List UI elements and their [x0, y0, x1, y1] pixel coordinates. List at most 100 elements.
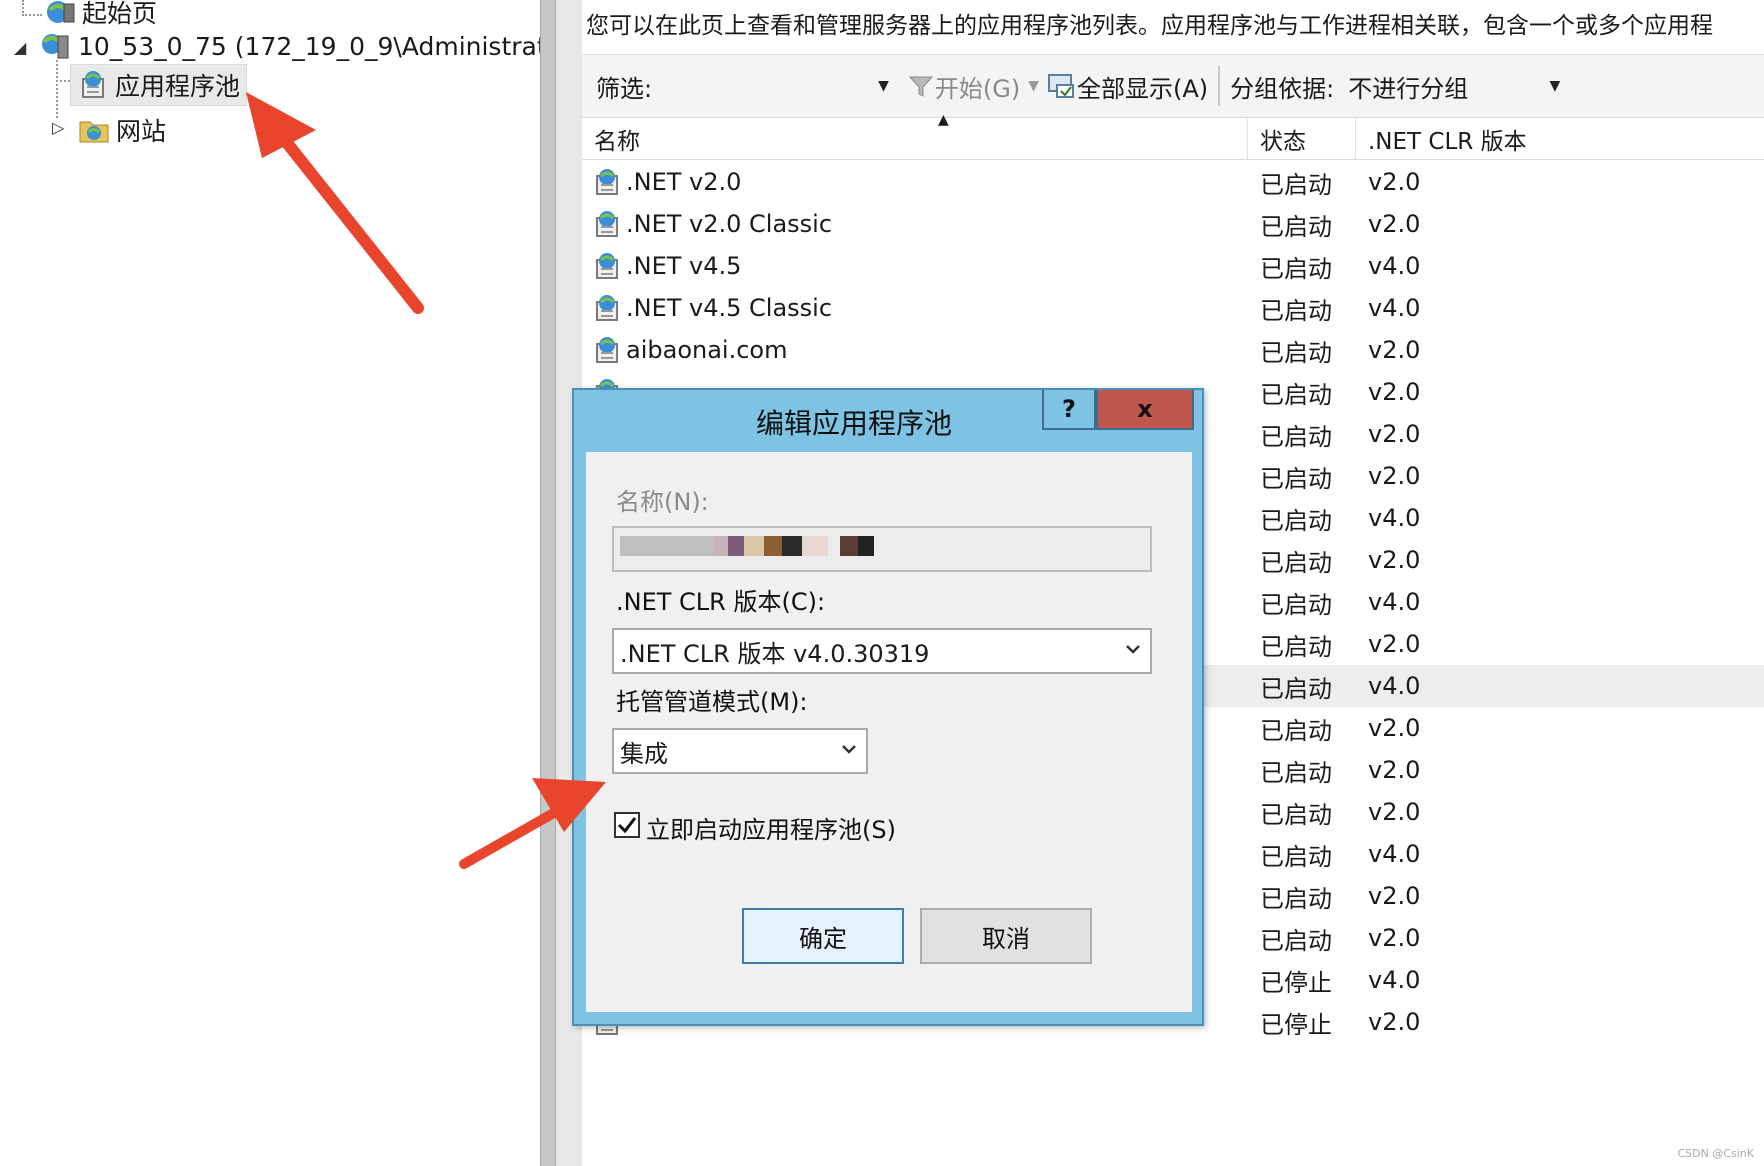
column-header-status[interactable]: 状态 — [1248, 118, 1356, 160]
pool-clr-version: v2.0 — [1368, 714, 1421, 742]
connections-tree: 起始页 ◢ 10_53_0_75 (172_19_0_9\Administrat… — [0, 0, 582, 1166]
expander-icon[interactable]: ◢ — [14, 38, 26, 57]
redaction-mark — [782, 536, 802, 556]
pool-name: .NET v2.0 — [626, 168, 742, 196]
server-icon — [40, 30, 72, 62]
pool-clr-version: v4.0 — [1368, 294, 1421, 322]
pool-status: 已启动 — [1260, 590, 1332, 619]
app-pool-icon — [592, 167, 622, 197]
pipeline-mode-value: 集成 — [620, 739, 668, 768]
tree-item-label: 10_53_0_75 (172_19_0_9\Administrator) — [78, 31, 582, 61]
pool-status: 已停止 — [1260, 968, 1332, 997]
tree-item-label: 应用程序池 — [115, 72, 241, 101]
clr-version-select[interactable]: .NET CLR 版本 v4.0.30319 — [612, 628, 1152, 674]
column-header-clr[interactable]: .NET CLR 版本 — [1356, 118, 1764, 160]
pool-clr-version: v2.0 — [1368, 1008, 1421, 1036]
tree-item-server[interactable]: 10_53_0_75 (172_19_0_9\Administrator) — [40, 30, 582, 62]
pool-status: 已启动 — [1260, 884, 1332, 913]
pool-clr-version: v4.0 — [1368, 504, 1421, 532]
start-filter-label: 开始(G) — [934, 74, 1021, 103]
column-header-label: 名称 — [594, 129, 640, 155]
tree-item-start-page[interactable]: 起始页 — [44, 0, 157, 30]
pool-clr-version: v4.0 — [1368, 966, 1421, 994]
expander-icon[interactable]: ▷ — [52, 118, 64, 137]
tree-item-label: 起始页 — [82, 0, 158, 28]
start-now-label[interactable]: 立即启动应用程序池(S) — [646, 810, 896, 845]
page-description: 您可以在此页上查看和管理服务器上的应用程序池列表。应用程序池与工作进程相关联，包… — [586, 13, 1713, 39]
close-button[interactable]: x — [1096, 390, 1194, 430]
filter-dropdown-icon[interactable]: ▼ — [878, 78, 889, 94]
start-dropdown-icon[interactable]: ▼ — [1028, 78, 1039, 94]
tree-item-sites[interactable]: 网站 — [78, 112, 166, 148]
app-pool-icon — [592, 293, 622, 323]
table-row[interactable]: .NET v2.0 已启动 v2.0 — [582, 161, 1764, 203]
start-now-checkbox[interactable] — [614, 812, 640, 838]
pool-status: 已启动 — [1260, 716, 1332, 745]
filter-toolbar: 筛选: ▼ 开始(G) ▼ 全部显示(A) 分组依据: 不进行分组 ▼ — [582, 54, 1764, 118]
groupby-label: 分组依据: — [1230, 74, 1335, 103]
pool-status: 已停止 — [1260, 1010, 1332, 1039]
pool-status: 已启动 — [1260, 464, 1332, 493]
app-pool-icon — [592, 251, 622, 281]
table-row[interactable]: aibaonai.com 已启动 v2.0 — [582, 329, 1764, 371]
app-pool-icon — [592, 335, 622, 365]
sites-folder-icon — [78, 114, 110, 146]
pool-clr-version: v4.0 — [1368, 252, 1421, 280]
pool-name: .NET v4.5 Classic — [626, 294, 833, 322]
redaction-mark — [714, 536, 728, 556]
ok-button[interactable]: 确定 — [742, 908, 904, 964]
pool-clr-version: v2.0 — [1368, 924, 1421, 952]
pool-name-cell: .NET v4.5 — [592, 245, 741, 287]
column-header-name[interactable]: 名称 ▲ — [582, 112, 1248, 160]
column-header-label: 状态 — [1260, 129, 1306, 155]
pipeline-mode-select[interactable]: 集成 — [612, 728, 868, 774]
pool-status: 已启动 — [1260, 212, 1332, 241]
checkmark-icon — [617, 817, 637, 834]
app-pool-icon — [77, 69, 109, 101]
cancel-button[interactable]: 取消 — [920, 908, 1092, 964]
pool-name-cell: .NET v2.0 Classic — [592, 203, 832, 245]
start-filter-button[interactable]: 开始(G) — [907, 69, 1020, 104]
pool-status: 已启动 — [1260, 674, 1332, 703]
name-field — [612, 526, 1152, 572]
tree-item-app-pools[interactable]: 应用程序池 — [70, 64, 248, 106]
groupby-select[interactable]: 不进行分组 ▼ — [1342, 65, 1573, 107]
tree-connector — [22, 14, 42, 16]
pane-splitter[interactable] — [540, 0, 556, 1166]
pool-name: .NET v2.0 Classic — [626, 210, 833, 238]
column-header-label: .NET CLR 版本 — [1368, 129, 1527, 155]
filter-label: 筛选: — [596, 74, 653, 103]
app-pool-icon — [592, 209, 622, 239]
redaction-mark — [858, 536, 874, 556]
pool-status: 已启动 — [1260, 170, 1332, 199]
table-row[interactable]: .NET v4.5 Classic 已启动 v4.0 — [582, 287, 1764, 329]
groupby-dropdown-icon: ▼ — [1549, 78, 1561, 94]
pool-status: 已启动 — [1260, 632, 1332, 661]
show-all-icon — [1047, 74, 1074, 98]
show-all-label: 全部显示(A) — [1076, 74, 1209, 103]
pool-clr-version: v2.0 — [1368, 882, 1421, 910]
redaction-mark — [840, 536, 858, 556]
pool-name-cell: .NET v2.0 — [592, 161, 741, 203]
table-row[interactable]: .NET v4.5 已启动 v4.0 — [582, 245, 1764, 287]
table-header: 名称 ▲ 状态 .NET CLR 版本 — [582, 112, 1764, 160]
pool-name-cell: .NET v4.5 Classic — [592, 287, 832, 329]
toolbar-separator — [1218, 66, 1221, 106]
pool-clr-version: v2.0 — [1368, 420, 1421, 448]
table-row[interactable]: .NET v2.0 Classic 已启动 v2.0 — [582, 203, 1764, 245]
pool-status: 已启动 — [1260, 380, 1332, 409]
clr-version-label: .NET CLR 版本(C): — [616, 588, 826, 616]
edit-app-pool-dialog: 编辑应用程序池 ? x 名称(N): .NET CLR 版本(C): .NET … — [572, 388, 1204, 1026]
pool-status: 已启动 — [1260, 254, 1332, 283]
pool-clr-version: v2.0 — [1368, 546, 1421, 574]
redaction-mark — [764, 536, 782, 556]
show-all-button[interactable]: 全部显示(A) — [1047, 69, 1208, 104]
redaction-mark — [802, 536, 828, 556]
pool-clr-version: v2.0 — [1368, 462, 1421, 490]
pool-name: .NET v4.5 — [626, 252, 742, 280]
pool-clr-version: v2.0 — [1368, 798, 1421, 826]
pool-clr-version: v2.0 — [1368, 210, 1421, 238]
redaction-mark — [744, 536, 764, 556]
filter-input[interactable] — [660, 66, 870, 106]
help-button[interactable]: ? — [1042, 390, 1096, 430]
